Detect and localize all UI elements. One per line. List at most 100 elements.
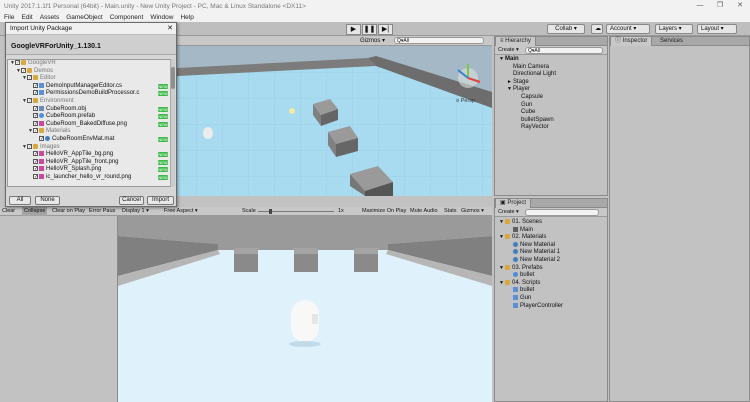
project-item[interactable]: ▼ 02. Materials	[499, 234, 607, 242]
project-item[interactable]: ▼ 04. Scripts	[499, 279, 607, 288]
hierarchy-item[interactable]: Main Camera	[499, 64, 607, 72]
hierarchy-create-dropdown[interactable]: Create ▾	[498, 47, 519, 53]
menu-file[interactable]: File	[4, 14, 14, 21]
package-item[interactable]: ✓ CubeRoomEnvMat.mat NEW	[8, 135, 170, 144]
console-clear-button[interactable]: Clear	[2, 207, 15, 216]
package-item[interactable]: ▼✓ Environment	[8, 97, 170, 106]
hierarchy-item[interactable]: Capsule	[499, 94, 607, 102]
menu-help[interactable]: Help	[180, 14, 193, 21]
package-item-checkbox[interactable]: ✓	[33, 166, 38, 172]
package-item-checkbox[interactable]: ✓	[33, 113, 38, 119]
stats-toggle[interactable]: Stats	[444, 207, 457, 216]
tab-inspector[interactable]: ⓘ Inspector	[610, 37, 653, 46]
cloud-icon[interactable]: ☁	[591, 24, 603, 34]
package-item-checkbox[interactable]: ✓	[21, 67, 26, 73]
tab-hierarchy[interactable]: ≡ Hierarchy	[495, 37, 536, 46]
mute-audio-toggle[interactable]: Mute Audio	[410, 207, 438, 216]
layers-dropdown[interactable]: Layers ▾	[655, 24, 693, 34]
scrollbar-thumb[interactable]	[171, 67, 175, 89]
scale-slider-thumb[interactable]	[268, 209, 272, 214]
project-item[interactable]: bullet	[499, 272, 607, 280]
project-item[interactable]: ▼ 01. Scenes	[499, 219, 607, 227]
package-item[interactable]: ✓ PermissionsDemoBuildProcessor.c NEW	[8, 90, 170, 98]
project-create-dropdown[interactable]: Create ▾	[498, 209, 519, 215]
scene-search-input[interactable]: Q▾All	[394, 37, 484, 44]
account-dropdown[interactable]: Account ▾	[606, 24, 650, 34]
layout-dropdown[interactable]: Layout ▾	[697, 24, 737, 34]
close-window-button[interactable]: ✕	[730, 0, 750, 12]
game-view[interactable]: Display 1 ▾ Free Aspect ▾ Scale 1x Maxim…	[118, 207, 492, 402]
hierarchy-item[interactable]: bulletSpawn	[499, 117, 607, 125]
hierarchy-item[interactable]: ▼Main	[499, 56, 607, 64]
menu-assets[interactable]: Assets	[40, 14, 60, 21]
console-clear-on-play-button[interactable]: Clear on Play	[52, 207, 85, 216]
minimize-button[interactable]: —	[690, 0, 710, 12]
hierarchy-item[interactable]: ▼Player	[499, 86, 607, 94]
package-item[interactable]: ▼✓ Editor	[8, 75, 170, 83]
select-all-button[interactable]: All	[9, 196, 31, 205]
package-list-scrollbar[interactable]	[170, 59, 175, 187]
project-item[interactable]: bullet	[499, 287, 607, 295]
tab-services[interactable]: Services	[656, 37, 687, 46]
package-item[interactable]: ✓ HelloVR_Splash.png NEW	[8, 166, 170, 174]
cancel-button[interactable]: Cancel	[119, 196, 144, 205]
package-item[interactable]: ✓ CubeRoom_BakedDiffuse.png NEW	[8, 120, 170, 129]
package-item[interactable]: ✓ HelloVR_AppTile_bg.png NEW	[8, 151, 170, 159]
collab-button[interactable]: Collab ▾	[547, 24, 585, 34]
tab-project[interactable]: ▣ Project	[495, 199, 532, 208]
package-item-checkbox[interactable]: ✓	[33, 173, 38, 179]
package-item[interactable]: ✓ HelloVR_AppTile_front.png NEW	[8, 158, 170, 167]
package-item[interactable]: ✓ DemoInputManagerEditor.cs NEW	[8, 82, 170, 91]
project-item[interactable]: Gun	[499, 294, 607, 303]
hierarchy-item[interactable]: Directional Light	[499, 71, 607, 79]
package-item[interactable]: ▼✓ GoogleVR	[8, 60, 170, 68]
package-item-checkbox[interactable]: ✓	[33, 82, 38, 88]
package-item-checkbox[interactable]: ✓	[27, 75, 32, 81]
maximize-on-play-toggle[interactable]: Maximize On Play	[362, 207, 406, 216]
scene-gizmos-dropdown[interactable]: Gizmos ▾	[360, 37, 385, 44]
package-item-checkbox[interactable]: ✓	[15, 60, 20, 66]
package-item[interactable]: ▼✓ Demos	[8, 67, 170, 76]
hierarchy-item[interactable]: RayVector	[499, 124, 607, 132]
scene-persp-label[interactable]: ≡ Persp	[456, 98, 475, 104]
package-item-checkbox[interactable]: ✓	[33, 151, 38, 157]
package-item-checkbox[interactable]: ✓	[39, 135, 44, 141]
package-item-checkbox[interactable]: ✓	[33, 105, 38, 111]
hierarchy-item[interactable]: Gun	[499, 102, 607, 110]
project-item[interactable]: ▼ 03. Prefabs	[499, 264, 607, 273]
console-collapse-button[interactable]: Collapse	[22, 207, 48, 216]
package-item-checkbox[interactable]: ✓	[33, 90, 38, 96]
project-item[interactable]: New Material	[499, 241, 607, 250]
package-item[interactable]: ▼✓ Materials	[8, 128, 170, 136]
package-item-checkbox[interactable]: ✓	[27, 97, 32, 103]
package-item-checkbox[interactable]: ✓	[33, 158, 38, 164]
package-item[interactable]: ▼✓ Images	[8, 143, 170, 152]
step-button[interactable]: ▶|	[378, 24, 393, 35]
menu-edit[interactable]: Edit	[21, 14, 32, 21]
project-item[interactable]: Main	[499, 226, 607, 235]
restore-button[interactable]: ❐	[710, 0, 730, 12]
menu-window[interactable]: Window	[150, 14, 173, 21]
hierarchy-item[interactable]: Cube	[499, 109, 607, 117]
dialog-close-icon[interactable]: ✕	[167, 23, 173, 35]
project-item[interactable]: New Material 1	[499, 249, 607, 257]
project-item[interactable]: PlayerController	[499, 302, 607, 311]
package-item[interactable]: ✓ CubeRoom.prefab NEW	[8, 113, 170, 121]
pause-button[interactable]: ❚❚	[362, 24, 377, 35]
package-item-checkbox[interactable]: ✓	[27, 143, 32, 149]
display-dropdown[interactable]: Display 1 ▾	[122, 207, 149, 216]
project-item[interactable]: New Material 2	[499, 256, 607, 265]
select-none-button[interactable]: None	[35, 196, 60, 205]
aspect-dropdown[interactable]: Free Aspect ▾	[164, 207, 198, 216]
console-error-pause-button[interactable]: Error Paus	[89, 207, 115, 216]
package-item[interactable]: ✓ CubeRoom.obj NEW	[8, 105, 170, 114]
package-item[interactable]: ✓ ic_launcher_hello_vr_round.png NEW	[8, 173, 170, 182]
play-button[interactable]: ▶	[346, 24, 361, 35]
menu-component[interactable]: Component	[110, 14, 144, 21]
scale-slider[interactable]	[258, 209, 334, 214]
game-gizmos-dropdown[interactable]: Gizmos ▾	[461, 207, 484, 216]
hierarchy-search-input[interactable]: Q▾All	[525, 47, 603, 54]
package-item-checkbox[interactable]: ✓	[33, 128, 38, 134]
hierarchy-item[interactable]: ►Stage	[499, 79, 607, 87]
menu-gameobject[interactable]: GameObject	[66, 14, 103, 21]
